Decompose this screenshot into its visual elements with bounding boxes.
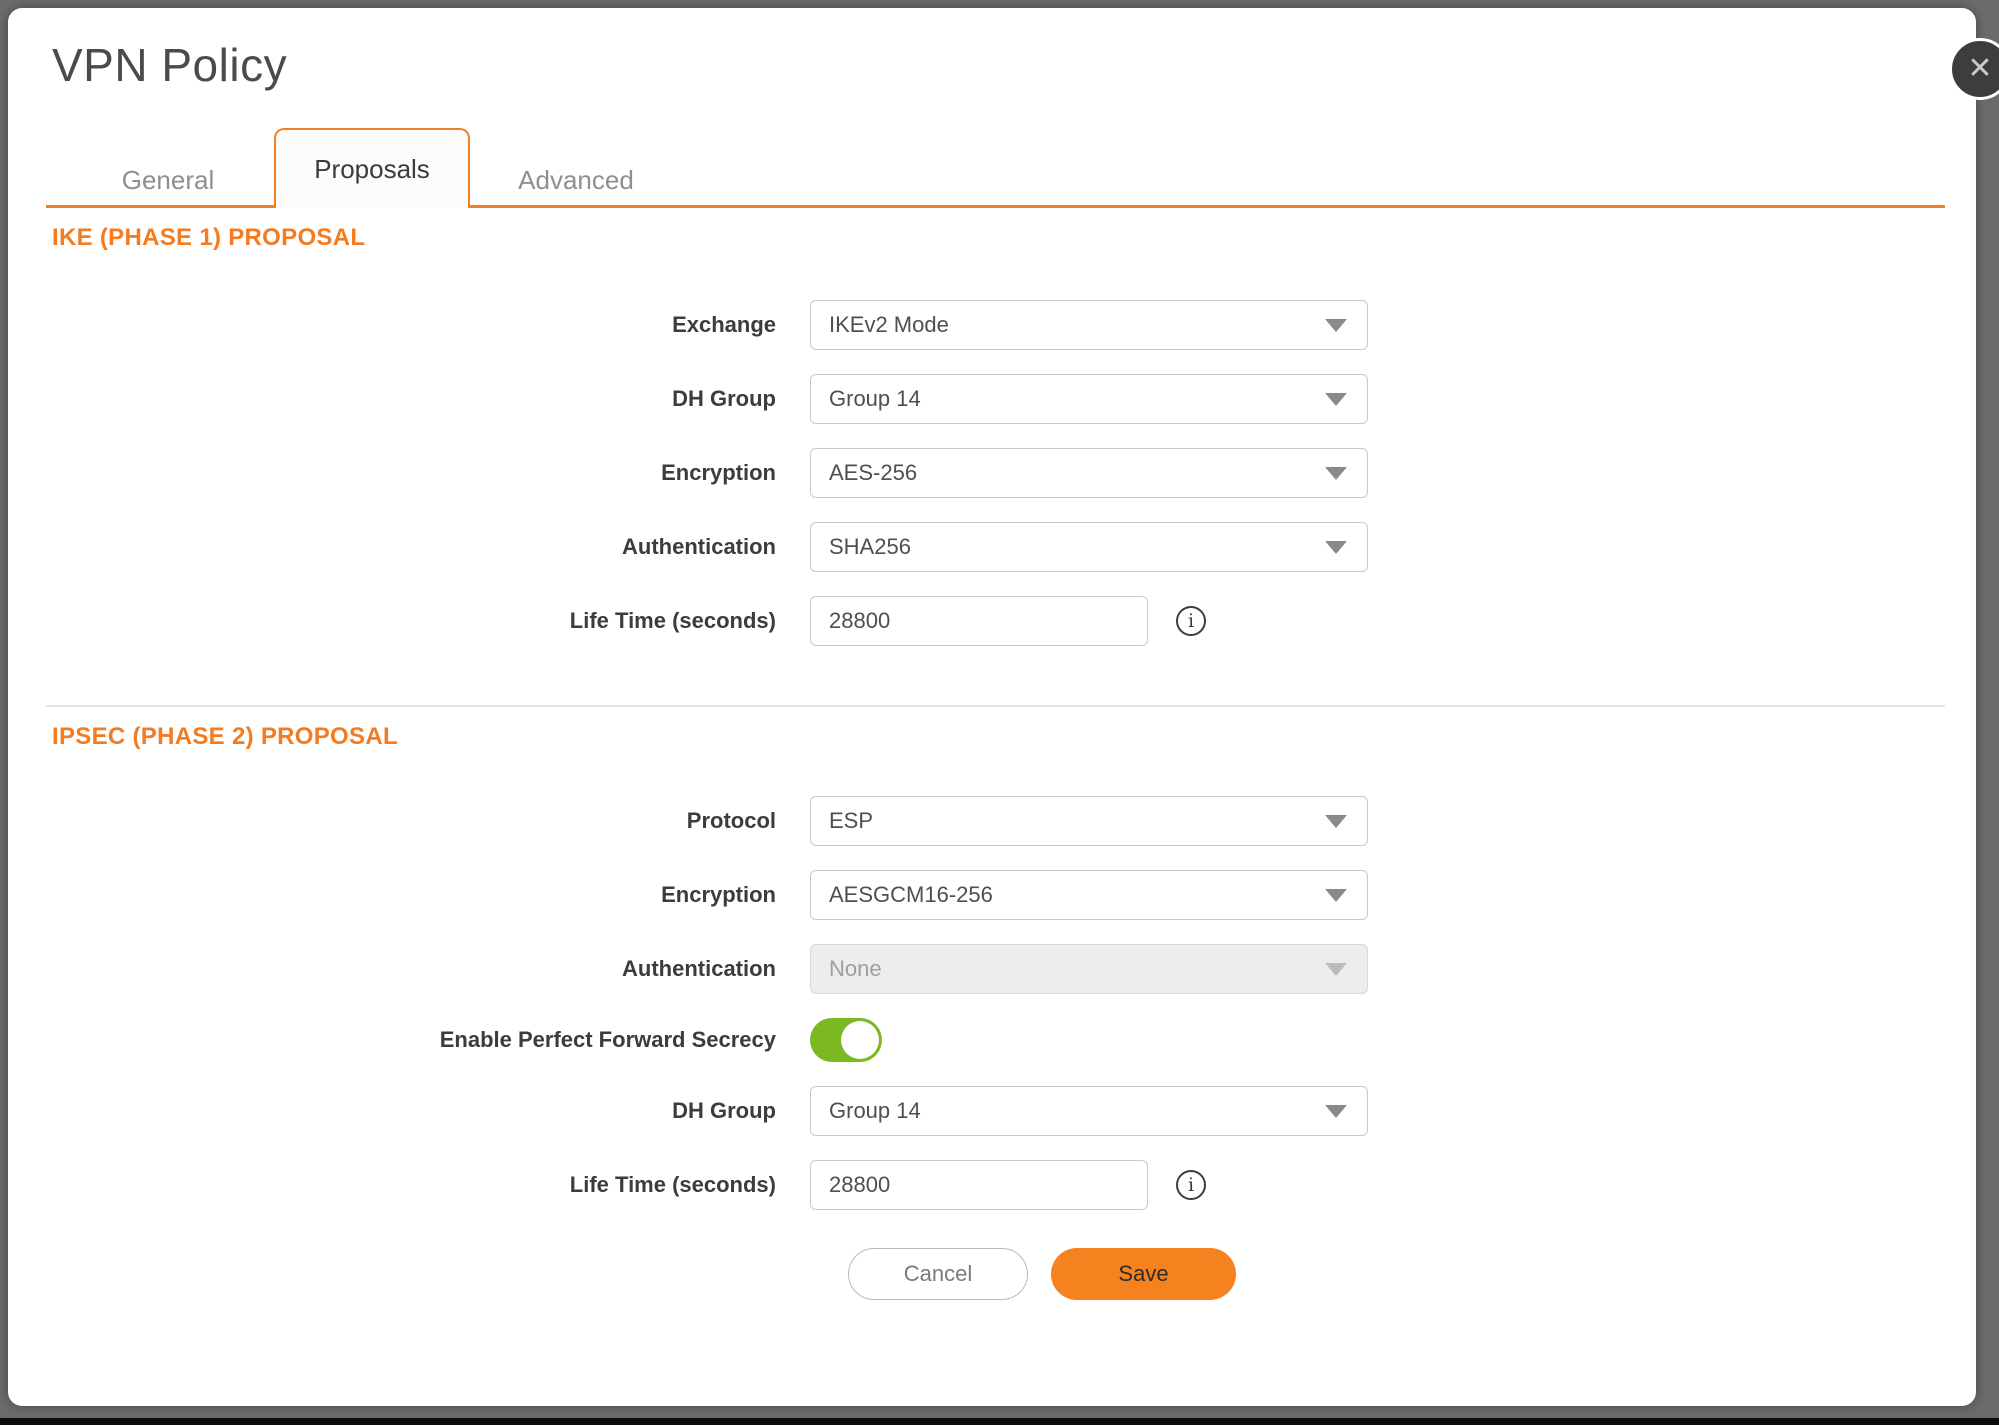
phase1-form: Exchange IKEv2 Mode DH Group Group 14 En… [8,300,1976,646]
info-icon[interactable]: i [1176,1170,1206,1200]
phase2-form: Protocol ESP Encryption AESGCM16-256 Aut… [8,796,1976,1210]
dh-group-select[interactable]: Group 14 [810,374,1368,424]
exchange-label: Exchange [8,312,810,338]
authentication-p2-label: Authentication [8,956,810,982]
row-life-time-p2: Life Time (seconds) i [8,1160,1976,1210]
row-authentication-p2: Authentication None [8,944,1976,994]
life-time-p2-input[interactable] [810,1160,1148,1210]
protocol-label: Protocol [8,808,810,834]
row-pfs: Enable Perfect Forward Secrecy [8,1018,1976,1062]
info-icon-glyph: i [1188,1174,1194,1196]
chevron-down-icon [1325,467,1347,480]
row-life-time: Life Time (seconds) i [8,596,1976,646]
row-encryption: Encryption AES-256 [8,448,1976,498]
chevron-down-icon [1325,815,1347,828]
section-heading-ike-phase1: IKE (PHASE 1) PROPOSAL [52,224,1976,252]
tab-general[interactable]: General [70,152,266,208]
info-icon[interactable]: i [1176,606,1206,636]
authentication-label: Authentication [8,534,810,560]
encryption-label: Encryption [8,460,810,486]
section-divider [46,705,1945,707]
exchange-value: IKEv2 Mode [829,312,949,338]
encryption-select[interactable]: AES-256 [810,448,1368,498]
chevron-down-icon [1325,963,1347,976]
dh-group-value: Group 14 [829,386,921,412]
dh-group-p2-select[interactable]: Group 14 [810,1086,1368,1136]
encryption-p2-select[interactable]: AESGCM16-256 [810,870,1368,920]
protocol-select[interactable]: ESP [810,796,1368,846]
tab-general-label: General [122,165,215,196]
pfs-toggle-knob [841,1021,879,1059]
encryption-p2-value: AESGCM16-256 [829,882,993,908]
tab-advanced-label: Advanced [518,165,634,196]
row-exchange: Exchange IKEv2 Mode [8,300,1976,350]
exchange-select[interactable]: IKEv2 Mode [810,300,1368,350]
row-dh-group-p2: DH Group Group 14 [8,1086,1976,1136]
cancel-button[interactable]: Cancel [848,1248,1028,1300]
close-icon: ✕ [1967,54,1992,84]
tab-bar: General Proposals Advanced [46,128,1945,208]
vpn-policy-dialog: ✕ VPN Policy General Proposals Advanced … [8,8,1976,1406]
bottom-bar [0,1418,1999,1425]
row-authentication: Authentication SHA256 [8,522,1976,572]
row-dh-group: DH Group Group 14 [8,374,1976,424]
chevron-down-icon [1325,1105,1347,1118]
chevron-down-icon [1325,319,1347,332]
pfs-toggle[interactable] [810,1018,882,1062]
tab-proposals[interactable]: Proposals [274,128,470,208]
tab-advanced[interactable]: Advanced [478,152,674,208]
authentication-select[interactable]: SHA256 [810,522,1368,572]
life-time-input[interactable] [810,596,1148,646]
protocol-value: ESP [829,808,873,834]
chevron-down-icon [1325,889,1347,902]
footer-actions: Cancel Save [848,1248,1976,1300]
authentication-value: SHA256 [829,534,911,560]
tab-proposals-label: Proposals [314,154,430,185]
life-time-label: Life Time (seconds) [8,608,810,634]
save-button[interactable]: Save [1051,1248,1236,1300]
pfs-label: Enable Perfect Forward Secrecy [8,1027,810,1053]
authentication-p2-value: None [829,956,882,982]
chevron-down-icon [1325,541,1347,554]
dh-group-p2-label: DH Group [8,1098,810,1124]
life-time-p2-label: Life Time (seconds) [8,1172,810,1198]
dh-group-label: DH Group [8,386,810,412]
section-heading-ipsec-phase2: IPSEC (PHASE 2) PROPOSAL [52,723,1976,751]
dh-group-p2-value: Group 14 [829,1098,921,1124]
encryption-p2-label: Encryption [8,882,810,908]
info-icon-glyph: i [1188,610,1194,632]
encryption-value: AES-256 [829,460,917,486]
row-protocol: Protocol ESP [8,796,1976,846]
authentication-p2-select-disabled: None [810,944,1368,994]
page-title: VPN Policy [8,8,1976,92]
chevron-down-icon [1325,393,1347,406]
row-encryption-p2: Encryption AESGCM16-256 [8,870,1976,920]
